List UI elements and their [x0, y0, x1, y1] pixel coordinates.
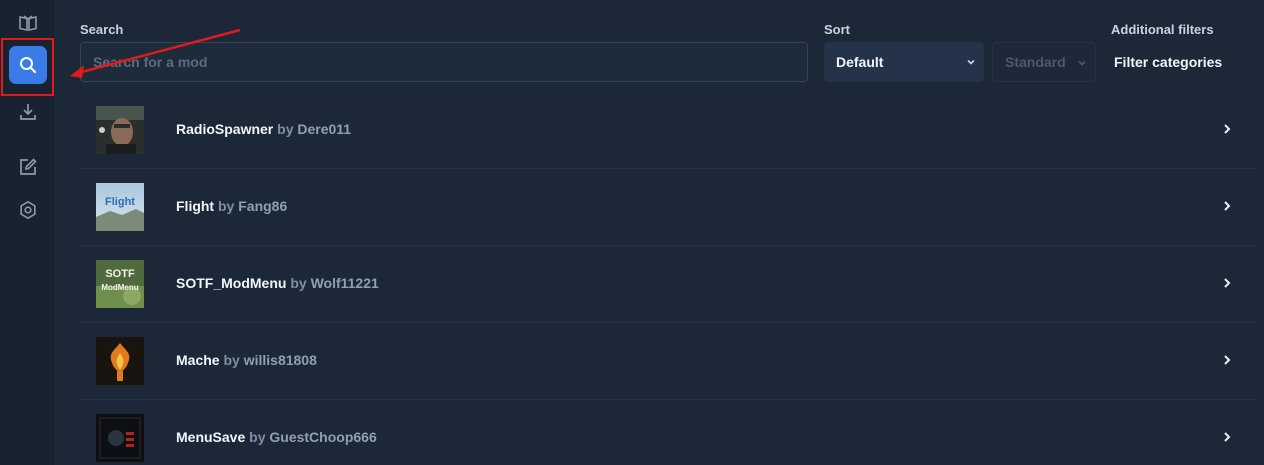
mod-title: RadioSpawner by Dere011 [176, 121, 351, 137]
mod-name: SOTF_ModMenu [176, 275, 287, 291]
search-label: Search [80, 22, 124, 37]
chevron-right-icon[interactable] [1222, 354, 1232, 366]
mod-thumbnail: Flight [96, 183, 144, 231]
list-item[interactable]: MenuSave by GuestChoop666 [80, 400, 1256, 465]
chevron-down-icon [967, 59, 975, 65]
chevron-right-icon[interactable] [1222, 200, 1232, 212]
sort-order-value: Standard [1005, 54, 1066, 70]
thumb-text: Flight [105, 196, 135, 208]
mod-name: Flight [176, 198, 215, 214]
mod-thumbnail [96, 414, 144, 462]
mod-thumbnail [96, 337, 144, 385]
chevron-right-icon[interactable] [1222, 277, 1232, 289]
chevron-right-icon[interactable] [1222, 431, 1232, 443]
mod-author: Dere011 [297, 121, 352, 137]
mod-thumbnail: SOTF ModMenu [96, 260, 144, 308]
mod-author: Wolf11221 [310, 275, 379, 291]
download-icon[interactable] [16, 100, 40, 124]
sort-select-value: Default [836, 54, 884, 70]
mod-title: SOTF_ModMenu by Wolf11221 [176, 275, 379, 291]
mod-title: MenuSave by GuestChoop666 [176, 429, 377, 445]
sort-label: Sort [824, 22, 850, 37]
mod-name: MenuSave [176, 429, 246, 445]
mod-name: RadioSpawner [176, 121, 274, 137]
chevron-down-icon [1078, 60, 1086, 66]
mod-author: GuestChoop666 [269, 429, 377, 445]
mod-by: by [277, 121, 294, 137]
mod-title: Flight by Fang86 [176, 198, 287, 214]
search-input[interactable] [80, 42, 808, 82]
thumb-subtext: ModMenu [101, 283, 138, 292]
mod-author: willis81808 [243, 352, 317, 368]
list-item[interactable]: SOTF ModMenu SOTF_ModMenu by Wolf11221 [80, 246, 1256, 323]
edit-icon[interactable] [16, 155, 40, 179]
gear-icon[interactable] [16, 198, 40, 222]
main-panel: Search Sort Default Standard Additional … [56, 0, 1264, 465]
list-item[interactable]: Flight Flight by Fang86 [80, 169, 1256, 246]
mod-by: by [249, 429, 266, 445]
mod-title: Mache by willis81808 [176, 352, 317, 368]
mod-list: RadioSpawner by Dere011 Flight Flight by… [80, 92, 1256, 465]
list-item[interactable]: RadioSpawner by Dere011 [80, 92, 1256, 169]
annotation-highlight-box [1, 38, 54, 96]
mod-by: by [218, 198, 235, 214]
mod-by: by [223, 352, 240, 368]
mod-thumbnail [96, 106, 144, 154]
additional-filters-label: Additional filters [1111, 22, 1214, 37]
sort-select[interactable]: Default [824, 42, 984, 82]
list-item[interactable]: Mache by willis81808 [80, 323, 1256, 400]
thumb-text: SOTF [105, 268, 135, 280]
book-icon[interactable] [16, 11, 40, 35]
filter-categories-button[interactable]: Filter categories [1114, 42, 1222, 82]
mod-author: Fang86 [238, 198, 288, 214]
chevron-right-icon[interactable] [1222, 123, 1232, 135]
mod-by: by [290, 275, 307, 291]
sort-order-select[interactable]: Standard [992, 42, 1096, 82]
mod-name: Mache [176, 352, 220, 368]
